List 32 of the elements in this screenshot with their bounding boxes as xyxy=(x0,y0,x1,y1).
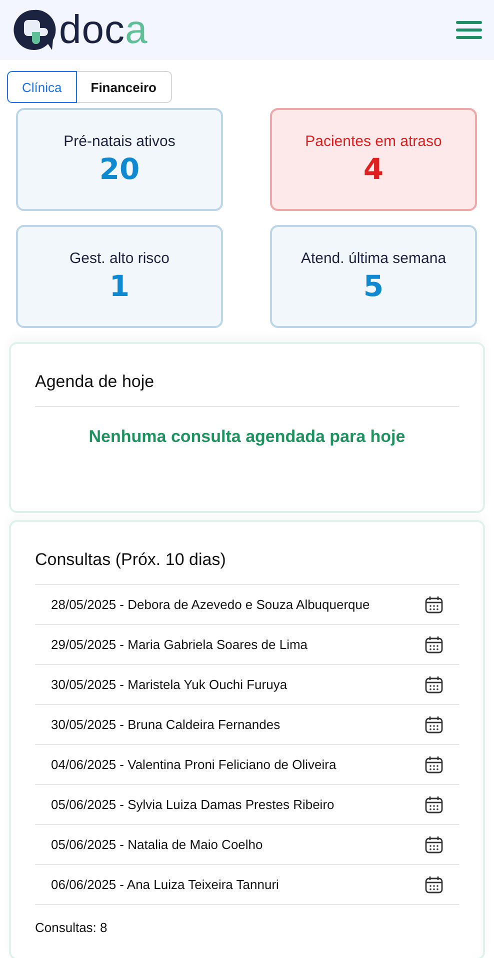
calendar-icon[interactable] xyxy=(424,594,444,614)
appointment-text: 28/05/2025 - Debora de Azevedo e Souza Albuquerque xyxy=(51,597,370,612)
card-title: Consultas (Próx. 10 dias) xyxy=(35,550,459,585)
appointment-text: 30/05/2025 - Bruna Caldeira Fernandes xyxy=(51,717,280,732)
logo-icon xyxy=(12,8,56,52)
stat-label: Gest. alto risco xyxy=(69,250,170,267)
appointment-text: 05/06/2025 - Natalia de Maio Coelho xyxy=(51,837,263,852)
calendar-icon[interactable] xyxy=(424,714,444,734)
calendar-icon[interactable] xyxy=(424,674,444,694)
appointment-text: 04/06/2025 - Valentina Proni Feliciano de Oliveira xyxy=(51,757,336,772)
appointment-count: Consultas: 8 xyxy=(35,920,108,935)
stat-value: 20 xyxy=(99,152,140,186)
calendar-icon[interactable] xyxy=(424,874,444,894)
stat-label: Pacientes em atraso xyxy=(305,133,442,150)
stat-label: Atend. última semana xyxy=(300,250,446,267)
empty-message: Nenhuma consulta agendada para hoje xyxy=(88,427,406,447)
appointment-text: 30/05/2025 - Maristela Yuk Ouchi Furuya xyxy=(51,677,288,692)
appointment-text: 29/05/2025 - Maria Gabriela Soares de Lima xyxy=(51,637,308,652)
logo-text: doca xyxy=(59,8,148,52)
appointment-text: 05/06/2025 - Sylvia Luiza Damas Prestes Ribeiro xyxy=(51,797,334,812)
stat-value: 4 xyxy=(363,152,384,186)
tab[interactable]: Clínica xyxy=(7,71,77,103)
appointment-text: 06/06/2025 - Ana Luiza Teixeira Tannuri xyxy=(51,877,279,892)
stat-value: 1 xyxy=(109,269,130,303)
card-title: Agenda de hoje xyxy=(35,372,459,407)
stat-value: 5 xyxy=(363,269,384,303)
calendar-icon[interactable] xyxy=(424,794,444,814)
calendar-icon[interactable] xyxy=(424,754,444,774)
calendar-icon[interactable] xyxy=(424,634,444,654)
calendar-icon[interactable] xyxy=(424,834,444,854)
tab[interactable]: Financeiro xyxy=(76,71,172,103)
stat-label: Pré-natais ativos xyxy=(64,133,176,150)
